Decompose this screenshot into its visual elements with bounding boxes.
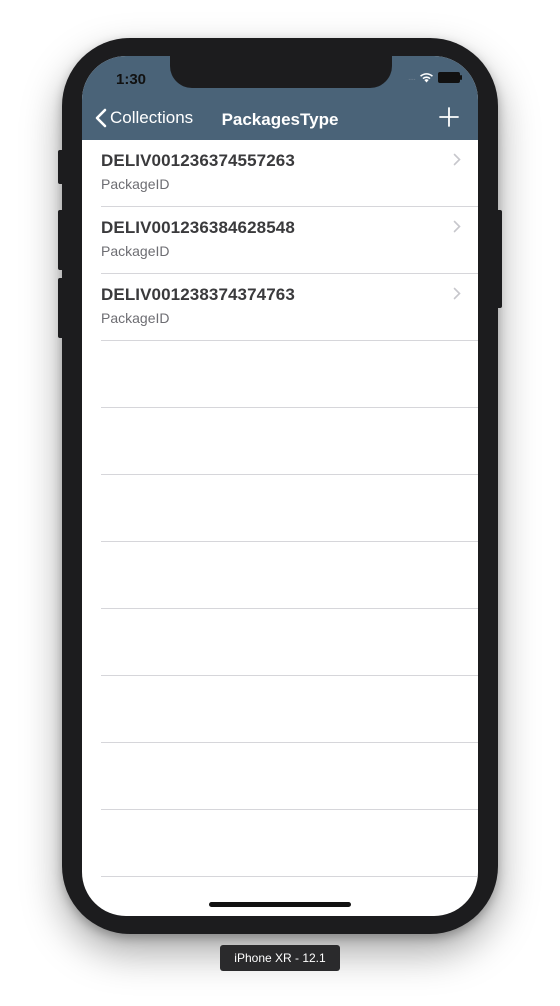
chevron-right-icon xyxy=(453,220,461,233)
list-item-title: DELIV001236384628548 xyxy=(101,218,295,237)
status-icons: .... xyxy=(407,72,462,83)
empty-row xyxy=(101,408,478,475)
empty-row xyxy=(101,743,478,810)
plus-icon[interactable] xyxy=(438,106,460,128)
list-item-title: DELIV001238374374763 xyxy=(101,285,295,304)
mute-switch xyxy=(58,150,64,184)
volume-down-button xyxy=(58,278,64,338)
simulator-device-label: iPhone XR - 12.1 xyxy=(220,945,340,971)
status-time: 1:30 xyxy=(116,71,147,88)
power-button xyxy=(496,210,502,308)
empty-row xyxy=(101,475,478,542)
list-item-subtitle: PackageID xyxy=(101,310,170,326)
page-title: PackagesType xyxy=(221,110,339,129)
list-item-subtitle: PackageID xyxy=(101,176,170,192)
wifi-icon xyxy=(420,73,433,83)
home-indicator[interactable] xyxy=(209,902,351,907)
chevron-right-icon xyxy=(453,153,461,166)
list-item[interactable]: DELIV001236374557263 PackageID xyxy=(101,140,478,207)
empty-row xyxy=(101,341,478,408)
packages-list: DELIV001236374557263 PackageID DELIV0012… xyxy=(82,140,478,877)
battery-icon xyxy=(438,72,462,83)
empty-row xyxy=(101,609,478,676)
navigation-header: 1:30 .... Collections PackagesType xyxy=(82,56,478,140)
list-item[interactable]: DELIV001236384628548 PackageID xyxy=(101,207,478,274)
empty-row xyxy=(101,810,478,877)
phone-screen: 1:30 .... Collections PackagesType DELIV… xyxy=(82,56,478,916)
empty-row xyxy=(101,542,478,609)
empty-row xyxy=(101,676,478,743)
volume-up-button xyxy=(58,210,64,270)
list-item-title: DELIV001236374557263 xyxy=(101,151,295,170)
notch xyxy=(170,56,392,88)
list-item[interactable]: DELIV001238374374763 PackageID xyxy=(101,274,478,341)
list-item-subtitle: PackageID xyxy=(101,243,170,259)
signal-icon: .... xyxy=(407,72,416,83)
chevron-right-icon xyxy=(453,287,461,300)
